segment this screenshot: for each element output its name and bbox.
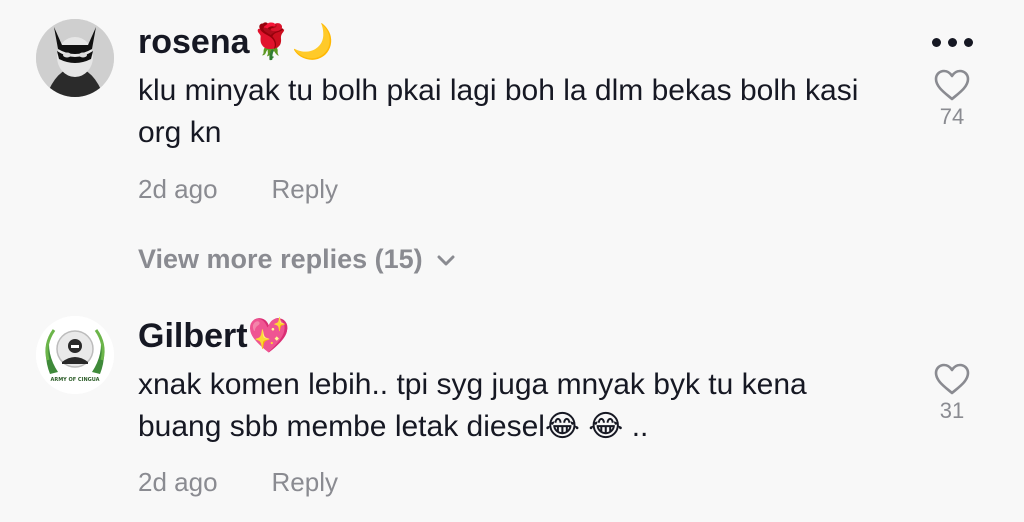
username-text: Gilbert	[138, 317, 248, 355]
comment-gilbert: ARMY OF CINGUA Gilbert💖 xnak komen lebih…	[0, 300, 1024, 522]
more-options-icon[interactable]	[930, 36, 976, 50]
like-button[interactable]: 74	[922, 68, 982, 130]
avatar[interactable]: ARMY OF CINGUA	[36, 316, 114, 394]
username-emoji: 🌹🌙	[249, 22, 335, 62]
heart-outline-icon	[934, 69, 970, 101]
avatar[interactable]	[36, 19, 114, 97]
chevron-down-icon	[437, 255, 455, 266]
timestamp: 2d ago	[138, 174, 218, 204]
username[interactable]: rosena🌹🌙	[138, 22, 334, 62]
timestamp: 2d ago	[138, 467, 218, 497]
comment-rosena: rosena🌹🌙 klu minyak tu bolh pkai lagi bo…	[0, 0, 1024, 230]
like-count: 31	[939, 398, 965, 423]
avatar-badge-text: ARMY OF CINGUA	[50, 377, 99, 383]
avatar-image	[36, 19, 114, 97]
comment-meta: 2d ago Reply	[138, 174, 338, 205]
comment-text: xnak komen lebih.. tpi syg juga mnyak by…	[138, 368, 807, 443]
reply-button[interactable]: Reply	[272, 467, 338, 497]
comment-text: klu minyak tu bolh pkai lagi boh la dlm …	[138, 74, 859, 149]
like-count: 74	[939, 104, 965, 129]
avatar-image: ARMY OF CINGUA	[36, 316, 114, 394]
view-more-replies-button[interactable]: View more replies (15)	[138, 244, 455, 275]
like-button[interactable]: 31	[922, 362, 982, 424]
username[interactable]: Gilbert💖	[138, 316, 290, 356]
username-text: rosena	[138, 23, 250, 61]
username-emoji: 💖	[247, 316, 290, 356]
comment-meta: 2d ago Reply	[138, 467, 338, 498]
heart-outline-icon	[934, 363, 970, 395]
view-more-replies-label: View more replies (15)	[138, 244, 423, 274]
reply-button[interactable]: Reply	[272, 174, 338, 204]
